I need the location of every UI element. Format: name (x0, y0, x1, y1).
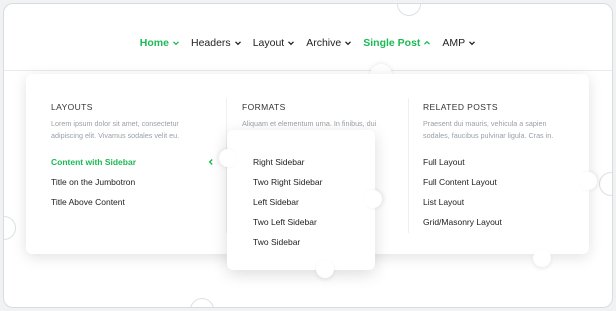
submenu-link-two-right-sidebar[interactable]: Two Right Sidebar (253, 177, 322, 187)
chevron-up-icon (424, 40, 431, 45)
chevron-down-icon (469, 41, 476, 46)
mega-column-layouts: LAYOUTS Lorem ipsum dolor sit amet, cons… (51, 74, 231, 254)
chevron-down-icon (345, 41, 352, 46)
page-frame: Home Headers Layout Archive Single Post … (3, 3, 613, 308)
submenu-link-right-sidebar[interactable]: Right Sidebar (253, 157, 305, 167)
description-line: Praesent dui mauris, vehicula a sapien (423, 119, 547, 128)
nav-item-archive[interactable]: Archive (306, 37, 352, 49)
nav-item-home[interactable]: Home (140, 37, 180, 49)
column-description: Praesent dui mauris, vehicula a sapien s… (423, 118, 553, 142)
submenu-link-two-sidebar[interactable]: Two Sidebar (253, 237, 300, 247)
puzzle-knob-top (397, 4, 421, 16)
description-line: adipiscing elit. Vivamus sodales velit e… (51, 131, 180, 140)
submenu-link-two-left-sidebar[interactable]: Two Left Sidebar (253, 217, 317, 227)
chevron-down-icon (234, 41, 241, 46)
description-line: sodales, faucibus pulvinar ligula. Cras … (423, 131, 554, 140)
nav-item-label: Home (139, 37, 169, 49)
column-heading: LAYOUTS (51, 102, 93, 112)
puzzle-knob-mega-bottom (533, 249, 551, 267)
mega-column-related-posts: RELATED POSTS Praesent dui mauris, vehic… (423, 74, 583, 254)
chevron-down-icon (288, 41, 295, 46)
puzzle-knob-right (599, 172, 612, 196)
nav-item-single-post[interactable]: Single Post (363, 37, 431, 49)
column-heading: FORMATS (242, 102, 286, 112)
description-line: Aliquam et elementum urna. In finibus, d… (242, 119, 377, 128)
puzzle-knob-mega-right (579, 172, 597, 190)
menu-link-grid-masonry-layout[interactable]: Grid/Masonry Layout (423, 217, 502, 227)
menu-link-title-above-content[interactable]: Title Above Content (51, 197, 125, 207)
submenu-link-left-sidebar[interactable]: Left Sidebar (253, 197, 299, 207)
submenu-flyout: Right Sidebar Two Right Sidebar Left Sid… (227, 130, 375, 270)
nav-item-headers[interactable]: Headers (191, 37, 242, 49)
chevron-left-icon (208, 159, 213, 165)
menu-link-title-on-jumbotron[interactable]: Title on the Jumbotron (51, 177, 135, 187)
column-heading: RELATED POSTS (423, 102, 498, 112)
nav-item-amp[interactable]: AMP (442, 37, 476, 49)
main-navigation: Home Headers Layout Archive Single Post … (4, 32, 612, 54)
column-description: Aliquam et elementum urna. In finibus, d… (242, 118, 376, 130)
menu-link-full-content-layout[interactable]: Full Content Layout (423, 177, 497, 187)
column-separator (408, 98, 409, 233)
menu-link-content-with-sidebar[interactable]: Content with Sidebar (51, 157, 136, 167)
menu-link-full-layout[interactable]: Full Layout (423, 157, 465, 167)
puzzle-knob-sub-right (364, 190, 382, 208)
nav-item-label: Archive (306, 37, 342, 49)
puzzle-knob-bottom (190, 298, 214, 307)
puzzle-knob-sub-left (219, 149, 237, 167)
description-line: Lorem ipsum dolor sit amet, consectetur (51, 119, 179, 128)
puzzle-knob-left (4, 216, 16, 240)
column-description: Lorem ipsum dolor sit amet, consectetur … (51, 118, 179, 142)
nav-item-layout[interactable]: Layout (253, 37, 296, 49)
puzzle-knob-sub-bottom (316, 260, 334, 278)
nav-item-label: Headers (190, 37, 231, 49)
menu-link-list-layout[interactable]: List Layout (423, 197, 464, 207)
header-divider (4, 70, 612, 71)
nav-item-label: Layout (252, 37, 285, 49)
chevron-down-icon (173, 41, 179, 46)
nav-item-label: AMP (442, 37, 466, 49)
nav-item-label: Single Post (363, 37, 421, 49)
